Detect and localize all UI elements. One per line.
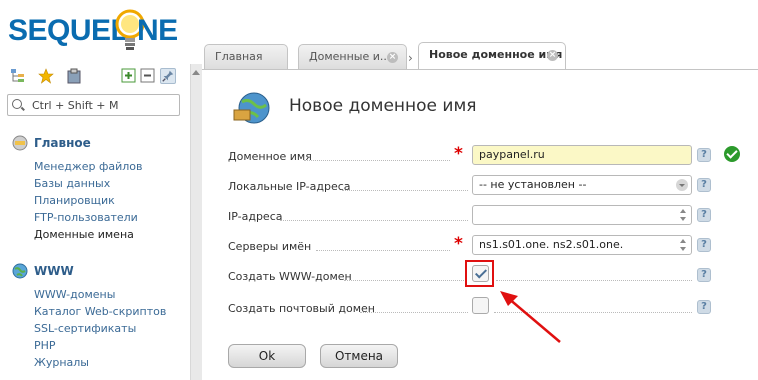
create-mail-label: Создать почтовый домен (228, 302, 375, 315)
highlight-box (465, 260, 494, 287)
disk-icon (12, 135, 28, 151)
help-icon[interactable]: ? (697, 268, 711, 282)
row-divider (342, 190, 468, 191)
required-asterisk: * (454, 234, 463, 254)
name-servers-value: ns1.s01.one. ns2.s01.one. (479, 238, 624, 251)
row-divider (316, 250, 450, 251)
row-divider (496, 280, 692, 281)
sidebar-item-domain-names[interactable]: Доменные имена (34, 228, 134, 241)
ok-button[interactable]: Ok (228, 344, 306, 368)
chevron-right-icon: › (408, 51, 413, 65)
logo-text-right: NE (137, 14, 178, 47)
star-icon[interactable] (38, 68, 54, 84)
domain-name-field[interactable]: paypanel.ru (472, 145, 692, 165)
tab-label: Доменные и... (309, 50, 391, 63)
sidebar-item-www-domains[interactable]: WWW-домены (34, 288, 115, 301)
valid-check-icon (724, 146, 740, 162)
sidebar-item-ftp-users[interactable]: FTP-пользователи (34, 211, 138, 224)
ip-addresses-label: IP-адреса (228, 210, 283, 223)
globe-icon (12, 263, 28, 279)
help-icon[interactable]: ? (697, 208, 711, 222)
chevron-down-icon[interactable] (676, 179, 688, 191)
sidebar-item-scheduler[interactable]: Планировщик (34, 194, 115, 207)
sidebar-item-ssl[interactable]: SSL-сертификаты (34, 322, 136, 335)
tab-label: Главная (215, 50, 263, 63)
tab-home[interactable]: Главная (204, 44, 288, 70)
resize-stepper-icon[interactable] (680, 239, 686, 251)
tab-label: Новое доменное имя (429, 48, 563, 61)
help-icon[interactable]: ? (697, 238, 711, 252)
tab-new-domain[interactable]: Новое доменное имя × (418, 42, 566, 70)
row-divider (280, 220, 468, 221)
tree-icon[interactable] (10, 68, 26, 84)
local-ip-value: -- не установлен -- (479, 178, 587, 191)
help-icon[interactable]: ? (697, 178, 711, 192)
section-title-www[interactable]: WWW (34, 264, 74, 278)
search-placeholder: Ctrl + Shift + M (32, 99, 119, 112)
sidebar-item-file-manager[interactable]: Менеджер файлов (34, 160, 143, 173)
name-servers-label: Серверы имён (228, 240, 312, 253)
search-input[interactable]: Ctrl + Shift + M (7, 94, 180, 116)
scroll-up-arrow-icon[interactable] (192, 70, 200, 75)
expand-all-icon[interactable] (121, 68, 137, 84)
required-asterisk: * (454, 144, 463, 164)
create-www-label: Создать WWW-домен (228, 270, 352, 283)
tab-bar: Главная Доменные и... × › Новое доменное… (202, 42, 758, 70)
local-ip-label: Локальные IP-адреса (228, 180, 351, 193)
sidebar-item-web-scripts[interactable]: Каталог Web-скриптов (34, 305, 166, 318)
pin-icon[interactable] (160, 68, 176, 84)
name-servers-field[interactable]: ns1.s01.one. ns2.s01.one. (472, 235, 692, 255)
domain-name-value: paypanel.ru (479, 148, 545, 161)
sidebar-item-php[interactable]: PHP (34, 339, 56, 352)
row-divider (304, 160, 450, 161)
collapse-all-icon[interactable] (140, 68, 156, 84)
clipboard-icon[interactable] (66, 68, 82, 84)
resize-stepper-icon[interactable] (680, 209, 686, 221)
help-icon[interactable]: ? (697, 300, 711, 314)
tab-domain-names[interactable]: Доменные и... × (298, 44, 407, 70)
section-title-main[interactable]: Главное (34, 136, 91, 150)
ip-addresses-field[interactable] (472, 205, 692, 225)
cancel-button[interactable]: Отмена (320, 344, 398, 368)
logo: SEQUEL. NE (8, 4, 188, 56)
row-divider (344, 280, 464, 281)
sidebar-item-logs[interactable]: Журналы (34, 356, 89, 369)
row-divider (360, 312, 468, 313)
search-icon (12, 99, 22, 109)
close-icon[interactable]: × (547, 50, 558, 61)
create-mail-checkbox[interactable] (472, 297, 489, 314)
local-ip-select[interactable]: -- не установлен -- (472, 175, 692, 195)
domain-globe-icon (233, 92, 270, 124)
sidebar-item-databases[interactable]: Базы данных (34, 177, 110, 190)
domain-name-label: Доменное имя (228, 150, 312, 163)
help-icon[interactable]: ? (697, 148, 711, 162)
close-icon[interactable]: × (387, 52, 398, 63)
sidebar-scrollbar[interactable] (190, 64, 202, 380)
content-panel (202, 70, 758, 380)
page-title: Новое доменное имя (289, 96, 477, 116)
red-arrow-icon (500, 291, 561, 343)
